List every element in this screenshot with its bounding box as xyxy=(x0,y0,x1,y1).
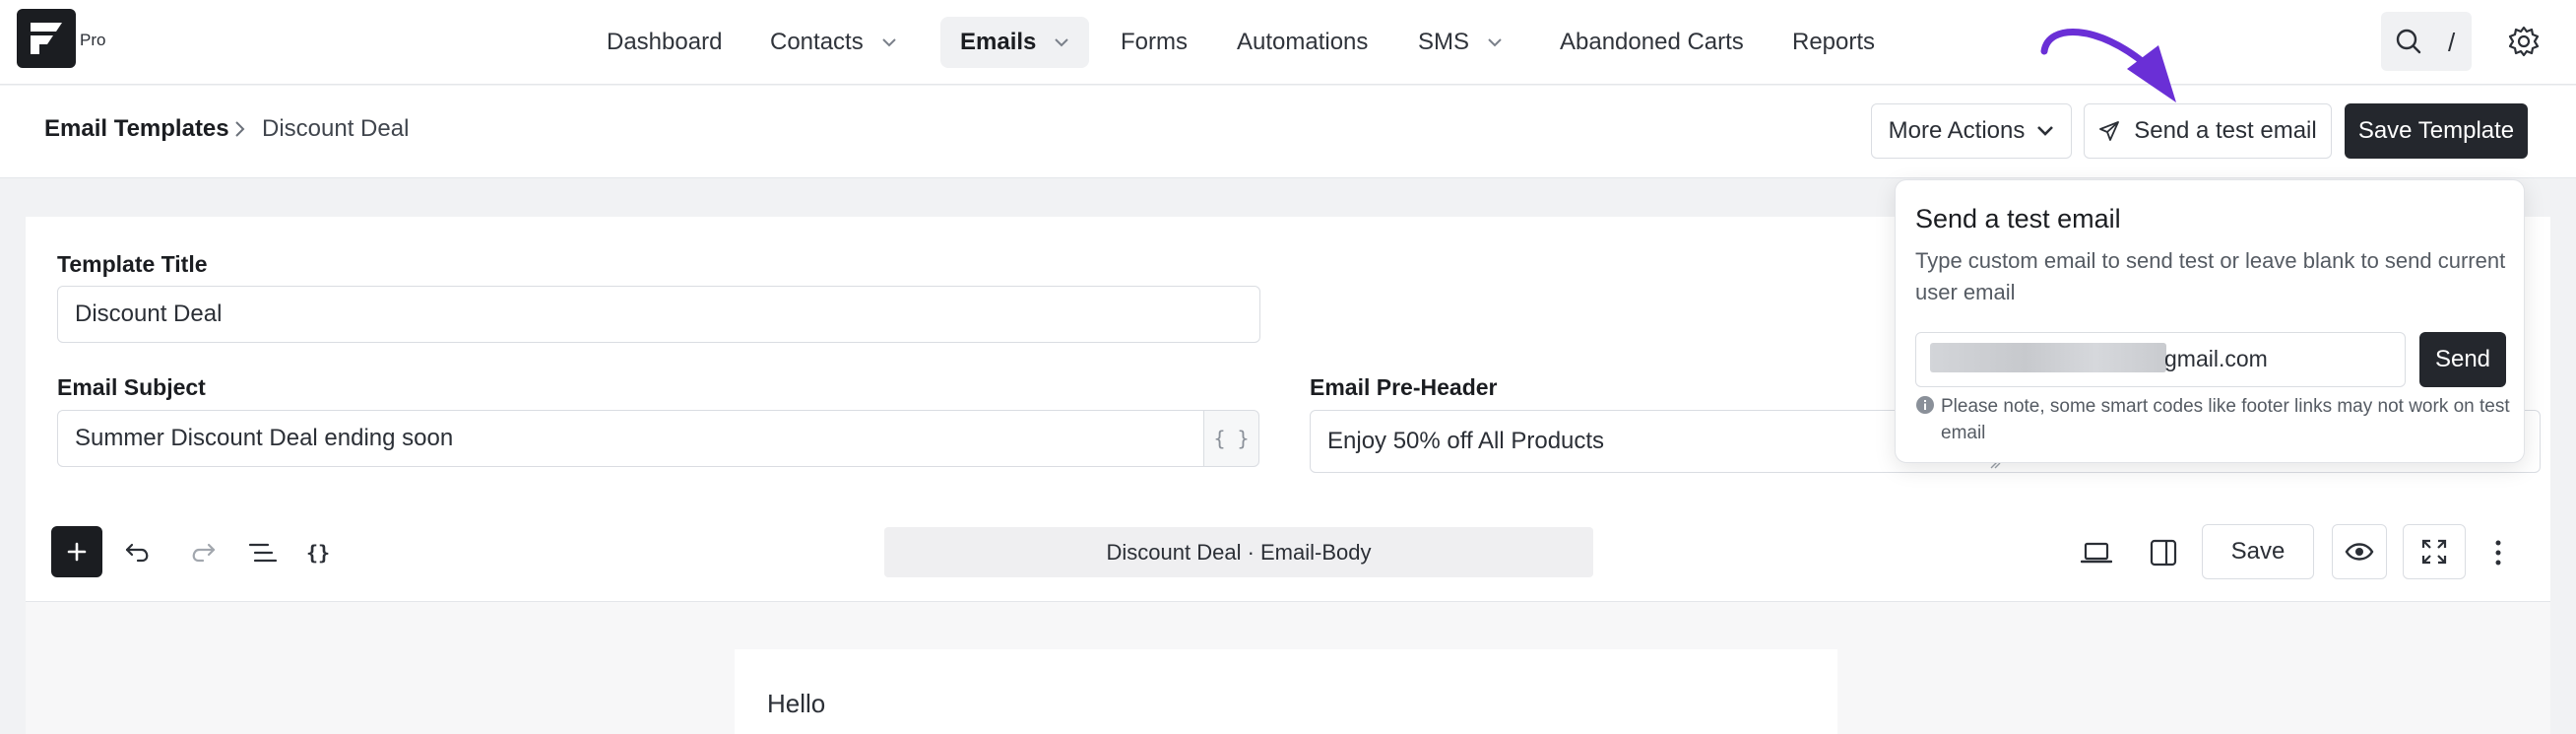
logo-icon xyxy=(31,23,62,54)
undo-icon xyxy=(125,543,149,563)
nav-contacts-label: Contacts xyxy=(770,29,864,55)
breadcrumb-current: Discount Deal xyxy=(262,115,410,142)
list-view-icon xyxy=(248,543,278,563)
email-body-block[interactable]: Hello xyxy=(735,649,1837,734)
send-icon xyxy=(2099,121,2120,141)
send-test-email-label: Send a test email xyxy=(2134,117,2317,144)
chevron-down-icon xyxy=(1055,38,1069,47)
preheader-value: Enjoy 50% off All Products xyxy=(1327,428,1605,454)
redo-button[interactable] xyxy=(185,536,219,569)
breadcrumb-email-templates[interactable]: Email Templates xyxy=(44,115,229,143)
fullscreen-icon xyxy=(2421,539,2447,565)
nav-reports[interactable]: Reports xyxy=(1792,17,1875,68)
eye-icon xyxy=(2345,543,2374,561)
fullscreen-button[interactable] xyxy=(2403,524,2466,579)
nav-sms[interactable]: SMS xyxy=(1418,17,1503,68)
template-title-input[interactable]: Discount Deal xyxy=(57,286,1260,343)
laptop-icon xyxy=(2081,542,2112,564)
code-icon: {} xyxy=(305,541,331,565)
nav-automations-label: Automations xyxy=(1237,29,1369,55)
email-greeting-text[interactable]: Hello xyxy=(767,689,825,719)
save-template-label: Save Template xyxy=(2357,117,2515,144)
send-button-label: Send xyxy=(2434,346,2491,372)
redo-icon xyxy=(192,543,216,563)
preview-button[interactable] xyxy=(2332,524,2387,579)
sidebar-panel-icon xyxy=(2150,539,2177,567)
save-template-button[interactable]: Save Template xyxy=(2345,103,2528,159)
nav-reports-label: Reports xyxy=(1792,29,1876,55)
sidebar-toggle-button[interactable] xyxy=(2145,534,2182,571)
annotation-arrow-icon xyxy=(2040,29,2176,102)
email-subject-value: Summer Discount Deal ending soon xyxy=(75,425,454,451)
nav-forms[interactable]: Forms xyxy=(1121,17,1188,68)
chevron-down-icon xyxy=(2037,126,2054,136)
info-icon xyxy=(1916,396,1934,414)
plus-icon xyxy=(67,542,87,562)
nav-dashboard-label: Dashboard xyxy=(607,29,723,55)
document-title[interactable]: Discount Deal · Email-Body xyxy=(884,527,1593,577)
email-subject-input[interactable]: Summer Discount Deal ending soon xyxy=(57,410,1205,467)
search-icon xyxy=(2396,29,2421,54)
search-shortcut-hint: / xyxy=(2448,28,2456,57)
email-subject-label: Email Subject xyxy=(57,374,206,400)
template-title-label: Template Title xyxy=(57,251,208,277)
list-view-button[interactable] xyxy=(246,536,280,569)
nav-contacts[interactable]: Contacts xyxy=(770,17,897,68)
code-editor-button[interactable]: {} xyxy=(301,536,335,569)
smartcode-button[interactable]: { } xyxy=(1203,410,1259,467)
editor-save-button[interactable]: Save xyxy=(2202,524,2314,579)
send-test-email-popover: Send a test email Type custom email to s… xyxy=(1895,179,2525,463)
more-actions-label: More Actions xyxy=(1888,117,2026,144)
popover-description: Type custom email to send test or leave … xyxy=(1915,248,2506,304)
popover-note: Please note, some smart codes like foote… xyxy=(1941,396,2510,443)
chevron-down-icon xyxy=(882,38,896,47)
nav-emails[interactable]: Emails xyxy=(940,17,1090,68)
nav-automations[interactable]: Automations xyxy=(1237,17,1368,68)
nav-abandoned-carts[interactable]: Abandoned Carts xyxy=(1560,17,1744,68)
add-block-button[interactable] xyxy=(51,526,102,577)
send-button[interactable]: Send xyxy=(2419,332,2506,387)
editor-save-label: Save xyxy=(2230,538,2286,565)
gear-icon[interactable] xyxy=(2507,25,2541,58)
nav-dashboard[interactable]: Dashboard xyxy=(607,17,722,68)
chevron-right-icon xyxy=(235,121,245,137)
nav-sms-label: SMS xyxy=(1418,29,1470,55)
redacted-email-blur xyxy=(1930,343,2166,372)
template-title-value: Discount Deal xyxy=(75,300,223,327)
global-search[interactable]: / xyxy=(2381,12,2472,71)
test-email-value: gmail.com xyxy=(2164,346,2268,371)
nav-forms-label: Forms xyxy=(1121,29,1188,55)
editor-canvas: Hello xyxy=(26,602,2550,734)
more-vertical-icon xyxy=(2495,540,2501,566)
document-title-text: Discount Deal · Email-Body xyxy=(1106,539,1372,565)
app-logo[interactable] xyxy=(17,9,76,68)
nav-emails-label: Emails xyxy=(960,29,1037,55)
smartcode-icon: { } xyxy=(1213,427,1250,450)
test-email-input[interactable]: gmail.com xyxy=(1915,332,2406,387)
chevron-down-icon xyxy=(1488,38,1502,47)
popover-title: Send a test email xyxy=(1915,204,2121,234)
more-options-button[interactable] xyxy=(2483,534,2513,571)
preheader-label: Email Pre-Header xyxy=(1310,374,1498,400)
nav-abandoned-carts-label: Abandoned Carts xyxy=(1560,29,1744,55)
desktop-preview-button[interactable] xyxy=(2078,534,2115,571)
undo-button[interactable] xyxy=(122,536,156,569)
pro-badge: Pro xyxy=(80,31,106,49)
